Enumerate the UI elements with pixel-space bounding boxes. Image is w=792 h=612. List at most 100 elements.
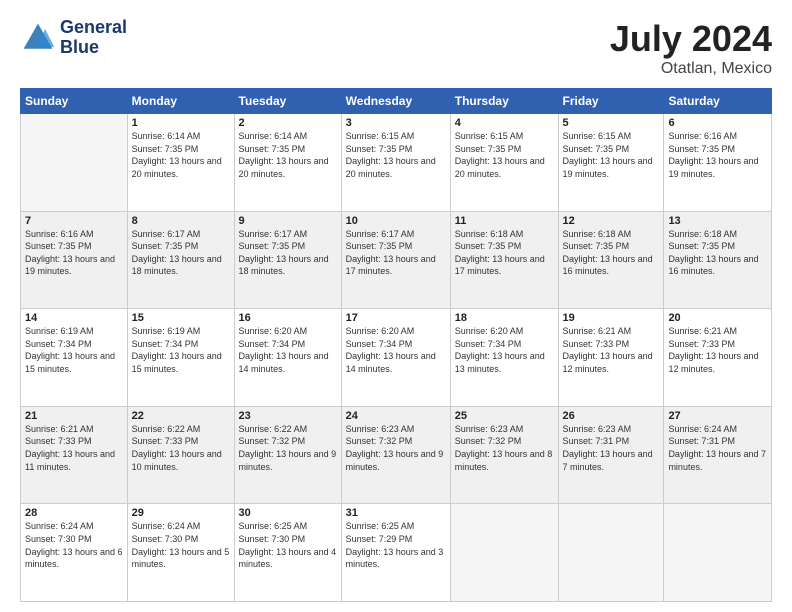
day-number: 7 [25,215,123,227]
day-number: 2 [239,117,337,129]
day-info: Sunrise: 6:17 AM Sunset: 7:35 PM Dayligh… [239,228,337,278]
calendar-cell: 12 Sunrise: 6:18 AM Sunset: 7:35 PM Dayl… [558,211,664,309]
day-info: Sunrise: 6:21 AM Sunset: 7:33 PM Dayligh… [25,423,123,473]
day-info: Sunrise: 6:22 AM Sunset: 7:33 PM Dayligh… [132,423,230,473]
calendar-cell: 27 Sunrise: 6:24 AM Sunset: 7:31 PM Dayl… [664,406,772,504]
calendar-cell: 9 Sunrise: 6:17 AM Sunset: 7:35 PM Dayli… [234,211,341,309]
day-info: Sunrise: 6:24 AM Sunset: 7:30 PM Dayligh… [132,520,230,570]
day-number: 31 [346,507,446,519]
logo-icon [20,20,56,56]
day-info: Sunrise: 6:20 AM Sunset: 7:34 PM Dayligh… [346,325,446,375]
day-info: Sunrise: 6:17 AM Sunset: 7:35 PM Dayligh… [346,228,446,278]
day-info: Sunrise: 6:19 AM Sunset: 7:34 PM Dayligh… [132,325,230,375]
calendar-cell: 14 Sunrise: 6:19 AM Sunset: 7:34 PM Dayl… [21,309,128,407]
logo-line1: General [60,18,127,38]
calendar-cell [450,504,558,602]
logo: General Blue [20,18,127,58]
day-number: 17 [346,312,446,324]
day-number: 4 [455,117,554,129]
day-info: Sunrise: 6:18 AM Sunset: 7:35 PM Dayligh… [668,228,767,278]
day-info: Sunrise: 6:23 AM Sunset: 7:32 PM Dayligh… [346,423,446,473]
day-number: 24 [346,410,446,422]
day-info: Sunrise: 6:14 AM Sunset: 7:35 PM Dayligh… [132,130,230,180]
calendar-cell [558,504,664,602]
page: General Blue July 2024 Otatlan, Mexico S… [0,0,792,612]
day-number: 11 [455,215,554,227]
day-info: Sunrise: 6:15 AM Sunset: 7:35 PM Dayligh… [455,130,554,180]
col-saturday: Saturday [664,89,772,114]
day-info: Sunrise: 6:19 AM Sunset: 7:34 PM Dayligh… [25,325,123,375]
calendar-cell: 3 Sunrise: 6:15 AM Sunset: 7:35 PM Dayli… [341,114,450,212]
day-number: 8 [132,215,230,227]
calendar-cell: 7 Sunrise: 6:16 AM Sunset: 7:35 PM Dayli… [21,211,128,309]
calendar-cell: 4 Sunrise: 6:15 AM Sunset: 7:35 PM Dayli… [450,114,558,212]
day-number: 16 [239,312,337,324]
calendar-cell: 13 Sunrise: 6:18 AM Sunset: 7:35 PM Dayl… [664,211,772,309]
day-info: Sunrise: 6:16 AM Sunset: 7:35 PM Dayligh… [668,130,767,180]
day-info: Sunrise: 6:20 AM Sunset: 7:34 PM Dayligh… [239,325,337,375]
day-info: Sunrise: 6:24 AM Sunset: 7:31 PM Dayligh… [668,423,767,473]
day-number: 18 [455,312,554,324]
day-number: 1 [132,117,230,129]
calendar-cell: 20 Sunrise: 6:21 AM Sunset: 7:33 PM Dayl… [664,309,772,407]
calendar-cell: 22 Sunrise: 6:22 AM Sunset: 7:33 PM Dayl… [127,406,234,504]
day-info: Sunrise: 6:17 AM Sunset: 7:35 PM Dayligh… [132,228,230,278]
calendar-cell: 11 Sunrise: 6:18 AM Sunset: 7:35 PM Dayl… [450,211,558,309]
day-number: 23 [239,410,337,422]
logo-line2: Blue [60,38,127,58]
day-number: 13 [668,215,767,227]
day-info: Sunrise: 6:18 AM Sunset: 7:35 PM Dayligh… [455,228,554,278]
day-number: 27 [668,410,767,422]
calendar-cell: 17 Sunrise: 6:20 AM Sunset: 7:34 PM Dayl… [341,309,450,407]
calendar-week-1: 1 Sunrise: 6:14 AM Sunset: 7:35 PM Dayli… [21,114,772,212]
calendar-cell: 10 Sunrise: 6:17 AM Sunset: 7:35 PM Dayl… [341,211,450,309]
day-number: 26 [563,410,660,422]
main-title: July 2024 [610,18,772,60]
day-info: Sunrise: 6:20 AM Sunset: 7:34 PM Dayligh… [455,325,554,375]
day-number: 19 [563,312,660,324]
calendar-cell: 8 Sunrise: 6:17 AM Sunset: 7:35 PM Dayli… [127,211,234,309]
day-info: Sunrise: 6:22 AM Sunset: 7:32 PM Dayligh… [239,423,337,473]
header: General Blue July 2024 Otatlan, Mexico [20,18,772,78]
day-info: Sunrise: 6:18 AM Sunset: 7:35 PM Dayligh… [563,228,660,278]
day-number: 15 [132,312,230,324]
calendar-cell: 15 Sunrise: 6:19 AM Sunset: 7:34 PM Dayl… [127,309,234,407]
day-info: Sunrise: 6:15 AM Sunset: 7:35 PM Dayligh… [346,130,446,180]
day-number: 14 [25,312,123,324]
day-info: Sunrise: 6:15 AM Sunset: 7:35 PM Dayligh… [563,130,660,180]
calendar-cell: 16 Sunrise: 6:20 AM Sunset: 7:34 PM Dayl… [234,309,341,407]
col-thursday: Thursday [450,89,558,114]
col-tuesday: Tuesday [234,89,341,114]
col-wednesday: Wednesday [341,89,450,114]
day-info: Sunrise: 6:25 AM Sunset: 7:30 PM Dayligh… [239,520,337,570]
calendar-cell: 5 Sunrise: 6:15 AM Sunset: 7:35 PM Dayli… [558,114,664,212]
day-number: 25 [455,410,554,422]
calendar-cell [664,504,772,602]
day-number: 21 [25,410,123,422]
calendar-cell: 30 Sunrise: 6:25 AM Sunset: 7:30 PM Dayl… [234,504,341,602]
col-sunday: Sunday [21,89,128,114]
calendar-week-3: 14 Sunrise: 6:19 AM Sunset: 7:34 PM Dayl… [21,309,772,407]
day-number: 10 [346,215,446,227]
day-info: Sunrise: 6:23 AM Sunset: 7:32 PM Dayligh… [455,423,554,473]
calendar-week-2: 7 Sunrise: 6:16 AM Sunset: 7:35 PM Dayli… [21,211,772,309]
calendar-cell: 19 Sunrise: 6:21 AM Sunset: 7:33 PM Dayl… [558,309,664,407]
calendar-cell: 6 Sunrise: 6:16 AM Sunset: 7:35 PM Dayli… [664,114,772,212]
header-row: Sunday Monday Tuesday Wednesday Thursday… [21,89,772,114]
col-friday: Friday [558,89,664,114]
day-number: 9 [239,215,337,227]
day-info: Sunrise: 6:24 AM Sunset: 7:30 PM Dayligh… [25,520,123,570]
day-info: Sunrise: 6:23 AM Sunset: 7:31 PM Dayligh… [563,423,660,473]
calendar-cell: 21 Sunrise: 6:21 AM Sunset: 7:33 PM Dayl… [21,406,128,504]
day-number: 5 [563,117,660,129]
calendar-cell: 25 Sunrise: 6:23 AM Sunset: 7:32 PM Dayl… [450,406,558,504]
day-number: 12 [563,215,660,227]
col-monday: Monday [127,89,234,114]
day-number: 3 [346,117,446,129]
calendar-cell [21,114,128,212]
calendar-cell: 26 Sunrise: 6:23 AM Sunset: 7:31 PM Dayl… [558,406,664,504]
calendar-cell: 1 Sunrise: 6:14 AM Sunset: 7:35 PM Dayli… [127,114,234,212]
day-number: 28 [25,507,123,519]
sub-title: Otatlan, Mexico [610,60,772,78]
calendar-cell: 24 Sunrise: 6:23 AM Sunset: 7:32 PM Dayl… [341,406,450,504]
